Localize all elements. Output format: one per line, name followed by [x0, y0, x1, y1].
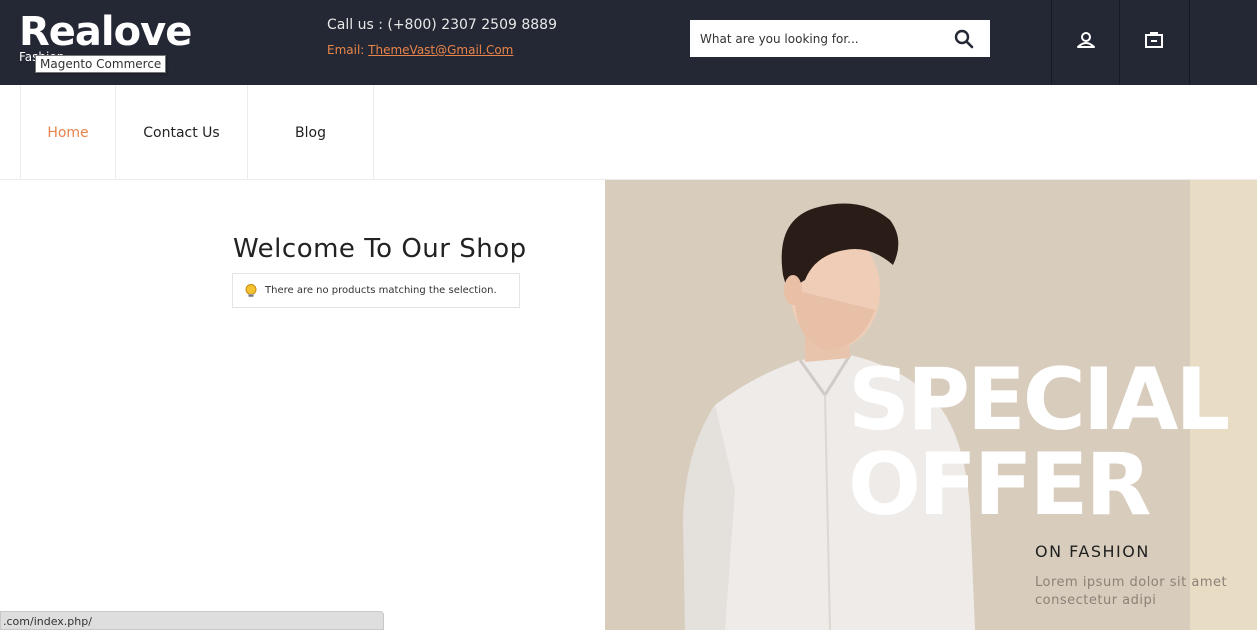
site-logo[interactable]: Realove: [19, 10, 192, 54]
header-divider: [1051, 0, 1052, 85]
email-label: Email:: [327, 43, 369, 57]
cart-button[interactable]: [1142, 28, 1166, 52]
banner-headline-line1: SPECIAL: [848, 350, 1230, 450]
empty-products-notice: There are no products matching the selec…: [232, 273, 520, 308]
user-icon: [1077, 32, 1095, 48]
nav-item-home[interactable]: Home: [20, 85, 116, 180]
nav-item-blog[interactable]: Blog: [248, 85, 374, 180]
header-divider: [1189, 0, 1190, 85]
banner-headline-line2: OFFER: [848, 435, 1152, 535]
call-us-text: Call us : (+800) 2307 2509 8889: [327, 17, 557, 33]
banner-subtitle: ON FASHION: [1035, 542, 1150, 561]
main-navigation: Home Contact Us Blog: [0, 85, 1257, 180]
search-icon: [954, 29, 974, 49]
search-input[interactable]: [690, 20, 940, 57]
logo-tooltip: Magento Commerce: [35, 55, 167, 73]
promo-banner[interactable]: SPECIAL OFFER ON FASHION Lorem ipsum dol…: [605, 180, 1257, 630]
search-button[interactable]: [954, 29, 974, 49]
notice-text: There are no products matching the selec…: [265, 285, 497, 296]
browser-status-bar: .com/index.php/: [0, 611, 384, 630]
email-line: Email: ThemeVast@Gmail.Com: [327, 43, 513, 57]
banner-text: Lorem ipsum dolor sit amet consectetur a…: [1035, 575, 1228, 608]
account-button[interactable]: [1074, 28, 1098, 52]
lightbulb-icon: [245, 283, 257, 297]
cart-icon: [1145, 32, 1163, 48]
search-box: [690, 20, 990, 57]
header-divider: [1119, 0, 1120, 85]
email-link[interactable]: ThemeVast@Gmail.Com: [368, 43, 513, 57]
page-title: Welcome To Our Shop: [233, 234, 527, 264]
site-header: Realove Fashion Magento Commerce Call us…: [0, 0, 1257, 85]
nav-item-contact-us[interactable]: Contact Us: [116, 85, 248, 180]
